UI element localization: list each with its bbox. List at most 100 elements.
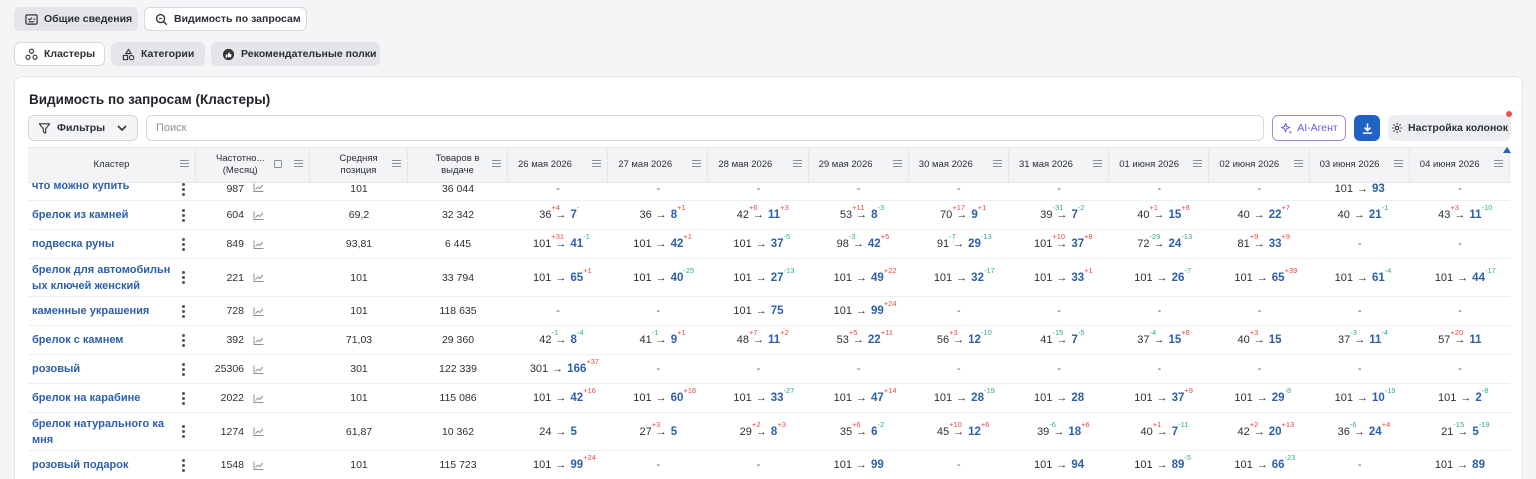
column-menu-icon[interactable] bbox=[180, 160, 189, 169]
column-menu-icon[interactable] bbox=[692, 160, 702, 169]
position-current-value: 27 bbox=[770, 271, 784, 284]
position-change: 101 → 89 bbox=[1435, 459, 1485, 471]
cluster-keyword-link[interactable]: что можно купить bbox=[28, 178, 176, 195]
trend-chart-icon[interactable] bbox=[253, 211, 264, 220]
position-from: 42 +6 bbox=[737, 203, 758, 221]
cluster-keyword-link[interactable]: розовый подарок bbox=[28, 451, 176, 479]
filters-button[interactable]: Фильтры bbox=[28, 115, 138, 141]
subtab-categories[interactable]: Категории bbox=[111, 42, 205, 66]
tab-general-info-label: Общие сведения bbox=[44, 13, 133, 25]
row-menu-icon[interactable] bbox=[178, 326, 188, 354]
row-menu-icon[interactable] bbox=[178, 201, 188, 229]
table-row[interactable]: брелок из камней 604 69,2 32 342 36 +4 → 7-36 → 8… bbox=[28, 201, 1510, 230]
position-from: 42 +2 bbox=[1237, 420, 1258, 438]
header-date[interactable]: 03 июня 2026 bbox=[1310, 148, 1410, 182]
table-row[interactable]: брелок с камнем 392 71,03 29 360 42 -1 → 8 -4 41-… bbox=[28, 326, 1510, 355]
table-row[interactable]: брелок на карабине 2022 101 115 086 101 → 42 +1… bbox=[28, 384, 1510, 413]
row-menu-icon[interactable] bbox=[178, 183, 188, 200]
trend-chart-icon[interactable] bbox=[253, 427, 264, 436]
column-menu-icon[interactable] bbox=[992, 160, 1002, 169]
position-from-value: 101 bbox=[933, 271, 953, 284]
column-menu-icon[interactable] bbox=[592, 160, 602, 169]
column-menu-icon[interactable] bbox=[1093, 160, 1103, 169]
trend-chart-icon[interactable] bbox=[253, 365, 264, 374]
from-delta: -15 bbox=[1052, 328, 1064, 337]
header-goods[interactable]: Товаров в выдаче bbox=[408, 148, 508, 182]
column-menu-icon[interactable] bbox=[1393, 160, 1403, 169]
tab-query-visibility[interactable]: Видимость по запросам bbox=[144, 7, 307, 31]
header-date[interactable]: 02 июня 2026 bbox=[1209, 148, 1310, 182]
trend-chart-icon[interactable] bbox=[253, 183, 264, 192]
position-cell: - bbox=[1209, 297, 1309, 325]
current-delta: -19 bbox=[1478, 419, 1490, 429]
trend-chart-icon[interactable] bbox=[253, 394, 264, 403]
row-menu-icon[interactable] bbox=[178, 384, 188, 412]
arrow-right-icon: → bbox=[755, 238, 767, 250]
header-frequency[interactable]: Частотно... (Месяц) bbox=[196, 148, 310, 182]
row-menu-icon[interactable] bbox=[178, 297, 188, 325]
cluster-keyword-link[interactable]: брелок для автомобильн ых ключей женский bbox=[28, 259, 176, 296]
column-menu-icon[interactable] bbox=[492, 160, 501, 169]
table-row[interactable]: брелок для автомобильн ых ключей женский 2… bbox=[28, 259, 1510, 297]
search-input[interactable] bbox=[146, 115, 1264, 141]
column-settings-button[interactable]: Настройка колонок bbox=[1388, 115, 1511, 141]
sort-asc-icon[interactable] bbox=[1503, 147, 1511, 153]
trend-chart-icon[interactable] bbox=[253, 240, 264, 249]
position-from: 37 -3 bbox=[1338, 328, 1357, 346]
row-menu-icon[interactable] bbox=[178, 230, 188, 258]
position-from: 36 +4 bbox=[539, 203, 560, 221]
header-date[interactable]: 30 мая 2026 bbox=[909, 148, 1009, 182]
subtab-clusters[interactable]: Кластеры bbox=[14, 42, 105, 66]
cluster-keyword-link[interactable]: брелок с камнем bbox=[28, 326, 176, 354]
trend-chart-icon[interactable] bbox=[253, 307, 264, 316]
table-row[interactable]: розовый 25306 301 122 339 301 → 166 +37 - - - - - - - -… bbox=[28, 355, 1510, 384]
row-menu-icon[interactable] bbox=[178, 259, 188, 296]
table-row[interactable]: что можно купить 987 101 36 044- - - - - - - -101 →… bbox=[28, 180, 1510, 201]
header-goods-label: Товаров в выдаче bbox=[436, 153, 480, 177]
cluster-keyword-link[interactable]: брелок из камней bbox=[28, 201, 176, 229]
subtab-recommended-shelves-label: Рекомендательные полки bbox=[241, 48, 377, 60]
header-date-label-line: 30 мая 2026 bbox=[918, 159, 973, 170]
table-row[interactable]: брелок натурального ка мня 1274 61,87 10 362… bbox=[28, 413, 1510, 451]
cluster-keyword-link[interactable]: подвеска руны bbox=[28, 230, 176, 258]
arrow-right-icon: → bbox=[755, 392, 767, 404]
trend-chart-icon[interactable] bbox=[253, 461, 264, 470]
trend-chart-icon[interactable] bbox=[253, 336, 264, 345]
ai-agent-button[interactable]: AI-Агент bbox=[1272, 115, 1346, 141]
column-menu-icon[interactable] bbox=[1493, 160, 1503, 169]
column-menu-icon[interactable] bbox=[892, 160, 902, 169]
row-menu-icon[interactable] bbox=[178, 413, 188, 450]
avg-position-value: 71,03 bbox=[345, 334, 373, 346]
cluster-keyword-link[interactable]: брелок натурального ка мня bbox=[28, 413, 176, 450]
column-menu-icon[interactable] bbox=[392, 160, 401, 169]
header-date[interactable]: 26 мая 2026 bbox=[508, 148, 609, 182]
row-menu-icon[interactable] bbox=[178, 355, 188, 383]
header-date[interactable]: 01 июня 2026 bbox=[1109, 148, 1210, 182]
header-avg-position[interactable]: Средняя позиция bbox=[310, 148, 408, 182]
header-date[interactable]: 28 мая 2026 bbox=[708, 148, 809, 182]
tab-general-info[interactable]: Общие сведения bbox=[14, 7, 138, 31]
subtab-recommended-shelves[interactable]: Рекомендательные полки bbox=[211, 42, 380, 66]
header-date[interactable]: 27 мая 2026 bbox=[608, 148, 709, 182]
frequency-value: 728 bbox=[226, 305, 244, 317]
table-row[interactable]: подвеска руны 849 93,81 6 445 101 +31 → 41 -1 101… bbox=[28, 230, 1510, 259]
column-menu-icon[interactable] bbox=[1193, 160, 1203, 169]
table-row[interactable]: розовый подарок 1548 101 115 723 101 → 99 +24- -… bbox=[28, 451, 1510, 479]
cluster-keyword-link[interactable]: брелок на карабине bbox=[28, 384, 176, 412]
trend-chart-icon[interactable] bbox=[253, 273, 264, 282]
header-cluster[interactable]: Кластер bbox=[28, 148, 196, 182]
header-date[interactable]: 29 мая 2026 bbox=[809, 148, 909, 182]
cluster-keyword-link[interactable]: каменные украшения bbox=[28, 297, 176, 325]
header-date[interactable]: 04 июня 2026 bbox=[1410, 148, 1510, 182]
download-button[interactable] bbox=[1354, 115, 1380, 141]
tooltip-icon[interactable] bbox=[274, 160, 282, 168]
column-menu-icon[interactable] bbox=[1293, 160, 1303, 169]
row-menu-icon[interactable] bbox=[178, 451, 188, 479]
empty-position: - bbox=[957, 459, 961, 471]
column-menu-icon[interactable] bbox=[294, 160, 303, 169]
header-date[interactable]: 31 мая 2026 bbox=[1009, 148, 1110, 182]
table-row[interactable]: каменные украшения 728 101 118 635- -101 → 75 1… bbox=[28, 297, 1510, 326]
position-change: 101 +10 → 37 +8 bbox=[1034, 232, 1093, 250]
column-menu-icon[interactable] bbox=[792, 160, 802, 169]
cluster-keyword-link[interactable]: розовый bbox=[28, 355, 176, 383]
